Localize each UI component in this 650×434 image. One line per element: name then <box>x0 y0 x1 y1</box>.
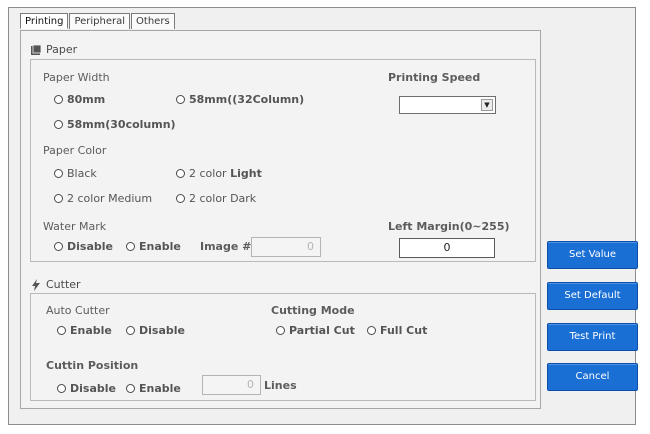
radio-width-58mm-32col[interactable]: 58mm((32Column) <box>176 93 304 106</box>
paper-section-title: Paper <box>30 43 77 56</box>
radio-cutting-position-enable[interactable]: Enable <box>126 382 181 395</box>
radio-circle <box>367 326 376 335</box>
auto-cutter-label: Auto Cutter <box>46 304 110 317</box>
radio-color-medium[interactable]: 2 color Medium <box>54 192 152 205</box>
image-number-input[interactable]: 0 <box>251 237 321 257</box>
cutting-mode-label: Cutting Mode <box>271 304 355 317</box>
paper-icon <box>30 44 42 56</box>
cancel-button[interactable]: Cancel <box>547 363 638 391</box>
test-print-button[interactable]: Test Print <box>547 323 638 351</box>
radio-color-black[interactable]: Black <box>54 167 97 180</box>
tab-bar: Printing Peripheral Others <box>20 13 176 31</box>
radio-circle <box>276 326 285 335</box>
paper-width-label: Paper Width <box>43 71 110 84</box>
radio-circle <box>57 384 66 393</box>
paper-title: Paper <box>46 43 78 56</box>
radio-circle <box>54 242 63 251</box>
radio-circle <box>57 326 66 335</box>
radio-circle <box>176 194 185 203</box>
paper-color-label: Paper Color <box>43 144 107 157</box>
radio-width-80mm[interactable]: 80mm <box>54 93 105 106</box>
chevron-down-icon: ▼ <box>481 99 493 111</box>
radio-auto-cutter-disable[interactable]: Disable <box>126 324 185 337</box>
radio-circle <box>54 194 63 203</box>
radio-circle <box>176 169 185 178</box>
set-value-button[interactable]: Set Value <box>547 241 638 269</box>
cutter-title: Cutter <box>46 278 81 291</box>
cutting-position-label: Cuttin Position <box>46 359 139 372</box>
radio-partial-cut[interactable]: Partial Cut <box>276 324 355 337</box>
set-default-button[interactable]: Set Default <box>547 282 638 310</box>
image-number-label: Image # <box>200 240 252 253</box>
cutting-position-input[interactable]: 0 <box>202 375 261 395</box>
radio-circle <box>126 242 135 251</box>
radio-width-58mm-30col[interactable]: 58mm(30column) <box>54 118 176 131</box>
lines-label: Lines <box>264 379 297 392</box>
tab-others[interactable]: Others <box>131 13 175 29</box>
left-margin-label: Left Margin(0~255) <box>388 220 510 233</box>
radio-color-dark[interactable]: 2 color Dark <box>176 192 256 205</box>
radio-full-cut[interactable]: Full Cut <box>367 324 427 337</box>
radio-color-light[interactable]: 2 color Light <box>176 167 262 180</box>
radio-auto-cutter-enable[interactable]: Enable <box>57 324 112 337</box>
watermark-label: Water Mark <box>43 220 107 233</box>
radio-circle <box>126 326 135 335</box>
radio-watermark-enable[interactable]: Enable <box>126 240 181 253</box>
radio-circle <box>54 120 63 129</box>
printing-speed-select[interactable]: ▼ <box>399 96 496 114</box>
radio-circle <box>126 384 135 393</box>
radio-watermark-disable[interactable]: Disable <box>54 240 113 253</box>
tab-printing[interactable]: Printing <box>20 13 69 29</box>
radio-circle <box>54 95 63 104</box>
radio-circle <box>54 169 63 178</box>
lightning-icon <box>30 278 42 291</box>
cutter-section-title: Cutter <box>30 278 81 291</box>
left-margin-input[interactable]: 0 <box>399 238 495 258</box>
radio-circle <box>176 95 185 104</box>
radio-cutting-position-disable[interactable]: Disable <box>57 382 116 395</box>
printing-speed-label: Printing Speed <box>388 71 481 84</box>
tab-peripheral[interactable]: Peripheral <box>69 13 131 29</box>
